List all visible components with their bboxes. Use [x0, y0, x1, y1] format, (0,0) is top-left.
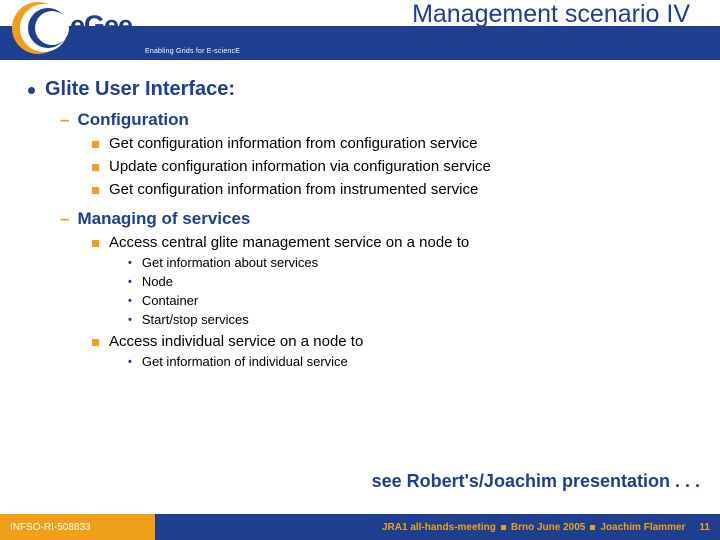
footer-location: Brno June 2005 — [511, 522, 585, 533]
footer-meta: JRA1 all-hands-meeting Brno June 2005 Jo… — [155, 514, 720, 540]
square-icon — [92, 187, 99, 194]
subitem-text: Node — [142, 273, 173, 291]
item-text: Get configuration information from instr… — [109, 180, 478, 200]
subitem-text: Start/stop services — [142, 311, 249, 329]
subitem-text: Container — [142, 292, 198, 310]
square-icon — [92, 240, 99, 247]
small-dot-icon: • — [128, 353, 132, 371]
item-text: Access central glite management service … — [109, 233, 469, 253]
bullet-lvl4: • Start/stop services — [128, 311, 700, 329]
main-topic-text: Glite User Interface: — [45, 78, 235, 101]
bullet-lvl3: Access central glite management service … — [92, 233, 700, 253]
bullet-lvl3: Access individual service on a node to — [92, 332, 700, 352]
header: Management scenario IV eGee Enabling Gri… — [0, 0, 720, 60]
footer: INFSO-RI-508833 JRA1 all-hands-meeting B… — [0, 514, 720, 540]
small-dot-icon: • — [128, 254, 132, 272]
bullet-lvl4: • Get information of individual service — [128, 353, 700, 371]
dash-icon: – — [60, 109, 69, 131]
bullet-lvl3: Get configuration information from confi… — [92, 134, 700, 154]
bullet-lvl2: – Configuration — [60, 109, 700, 131]
section-label: Managing of services — [77, 208, 250, 230]
bullet-lvl4: • Node — [128, 273, 700, 291]
square-icon — [92, 141, 99, 148]
bullet-lvl3: Get configuration information from instr… — [92, 180, 700, 200]
bullet-lvl4: • Get information about services — [128, 254, 700, 272]
subitem-text: Get information about services — [142, 254, 318, 272]
square-icon — [92, 339, 99, 346]
svg-text:eGee: eGee — [70, 10, 133, 40]
bullet-lvl4: • Container — [128, 292, 700, 310]
dash-icon: – — [60, 208, 69, 230]
bullet-lvl2: – Managing of services — [60, 208, 700, 230]
small-dot-icon: • — [128, 273, 132, 291]
item-text: Access individual service on a node to — [109, 332, 363, 352]
slide-title: Management scenario IV — [150, 0, 710, 30]
footer-author: Joachim Flammer — [600, 522, 685, 533]
square-icon — [92, 164, 99, 171]
slide: Management scenario IV eGee Enabling Gri… — [0, 0, 720, 540]
bullet-dot-icon — [28, 87, 35, 94]
separator-icon — [590, 525, 595, 530]
page-number: 11 — [699, 522, 710, 533]
closing-note: see Robert's/Joachim presentation . . . — [372, 471, 700, 492]
egee-logo: eGee — [8, 0, 153, 56]
content-area: Glite User Interface: – Configuration Ge… — [28, 78, 700, 371]
footer-meeting: JRA1 all-hands-meeting — [382, 522, 496, 533]
small-dot-icon: • — [128, 292, 132, 310]
subitem-text: Get information of individual service — [142, 353, 348, 371]
bullet-lvl1: Glite User Interface: — [28, 78, 700, 101]
item-text: Update configuration information via con… — [109, 157, 491, 177]
item-text: Get configuration information from confi… — [109, 134, 478, 154]
bullet-lvl3: Update configuration information via con… — [92, 157, 700, 177]
tagline: Enabling Grids for E-sciencE — [145, 48, 240, 55]
separator-icon — [501, 525, 506, 530]
section-label: Configuration — [77, 109, 188, 131]
small-dot-icon: • — [128, 311, 132, 329]
footer-ref: INFSO-RI-508833 — [0, 514, 155, 540]
